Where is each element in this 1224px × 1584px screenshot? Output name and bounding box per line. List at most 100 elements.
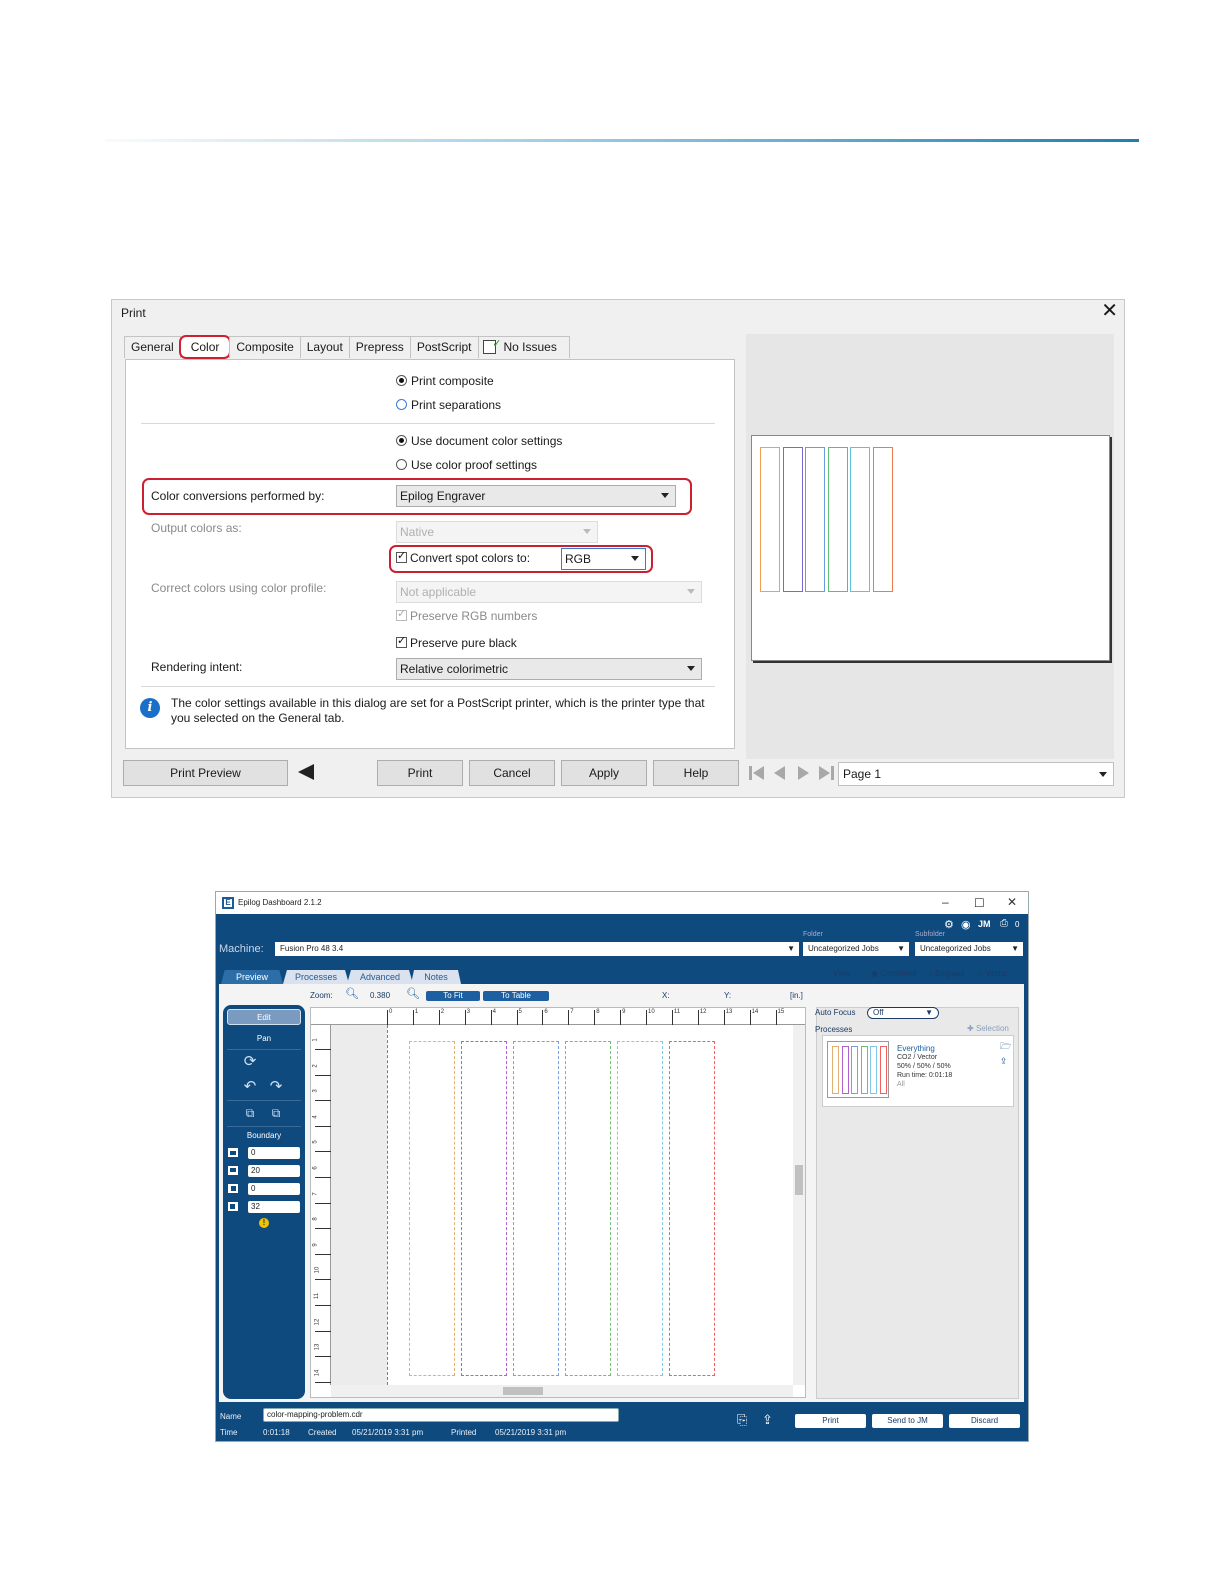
process-card[interactable]: Everything CO2 / Vector 50% / 50% / 50% … <box>822 1035 1014 1107</box>
job-name-input[interactable]: color-mapping-problem.cdr <box>263 1408 619 1422</box>
refresh-icon[interactable]: ⟳ <box>240 1053 260 1073</box>
print-composite-radio[interactable]: Print composite <box>396 374 494 388</box>
canvas-artwork-rect[interactable] <box>669 1041 715 1376</box>
help-button[interactable]: Help <box>653 760 739 786</box>
scrollbar-thumb[interactable] <box>503 1387 543 1395</box>
tab-color[interactable]: Color <box>178 335 232 359</box>
correct-colors-dropdown[interactable]: Not applicable <box>396 581 702 603</box>
last-page-icon[interactable] <box>831 766 834 780</box>
tab-processes[interactable]: Processes <box>283 970 349 984</box>
boundary-bottom-input[interactable]: 20 <box>248 1165 300 1177</box>
edit-button[interactable]: Edit <box>227 1009 301 1025</box>
ungroup-icon[interactable]: ⧉ <box>266 1104 286 1124</box>
rotate-left-icon[interactable]: ↶ <box>240 1078 260 1098</box>
settings-icon[interactable]: ⚙ <box>944 918 954 931</box>
help-circle-icon[interactable]: ◉ <box>961 918 971 931</box>
use-document-color-radio[interactable]: Use document color settings <box>396 434 562 448</box>
canvas-artwork-rect[interactable] <box>409 1041 455 1376</box>
folder-open-icon[interactable]: 🗁︎ <box>1000 1039 1011 1055</box>
pan-button[interactable]: Pan <box>227 1031 301 1047</box>
print-separations-radio[interactable]: Print separations <box>396 398 501 412</box>
first-page-icon[interactable] <box>749 766 752 780</box>
thumbnail-rect <box>841 1046 849 1094</box>
boundary-right-icon <box>228 1202 238 1211</box>
tab-prepress[interactable]: Prepress <box>348 336 411 358</box>
ruler-label: 14 <box>314 1369 321 1377</box>
view-vector-radio[interactable]: ○ Vector <box>978 969 1008 978</box>
canvas-artwork-rect[interactable] <box>461 1041 507 1376</box>
scrollbar-thumb[interactable] <box>795 1165 803 1195</box>
cancel-button[interactable]: Cancel <box>469 760 555 786</box>
tab-notes[interactable]: Notes <box>411 970 461 984</box>
maximize-icon[interactable]: ☐ <box>974 896 985 910</box>
tab-issues[interactable]: No Issues <box>477 334 570 358</box>
vertical-scrollbar[interactable] <box>793 1025 805 1385</box>
rendering-intent-value: Relative colorimetric <box>400 662 509 676</box>
rotate-right-icon[interactable]: ↷ <box>266 1078 286 1098</box>
zoom-out-icon[interactable]: 🔍︎ <box>345 987 359 1000</box>
close-icon[interactable]: ✕ <box>1101 300 1118 322</box>
preserve-black-checkbox[interactable]: Preserve pure black <box>396 634 517 650</box>
tab-preview[interactable]: Preview <box>221 970 283 984</box>
to-fit-button[interactable]: To Fit <box>426 991 480 1001</box>
group-icon[interactable]: ⧉ <box>240 1104 260 1124</box>
zoom-in-icon[interactable]: 🔍︎ <box>406 987 420 1000</box>
folder-dropdown[interactable]: Uncategorized Jobs ▼ <box>803 942 909 956</box>
ruler-tick <box>315 1279 331 1281</box>
color-conversions-dropdown[interactable]: Epilog Engraver <box>396 485 676 507</box>
print-button[interactable]: Print <box>377 760 463 786</box>
boundary-right-input[interactable]: 32 <box>248 1201 300 1213</box>
dialog-title: Print <box>121 306 146 320</box>
horizontal-scrollbar[interactable] <box>331 1385 793 1397</box>
close-icon[interactable]: ✕ <box>1007 895 1017 909</box>
printer-icon[interactable]: ⎙ <box>1000 918 1008 929</box>
tab-advanced[interactable]: Advanced <box>347 970 413 984</box>
dashboard-print-button[interactable]: Print <box>795 1414 866 1428</box>
print-preview-button[interactable]: Print Preview <box>123 760 288 786</box>
page-selector-dropdown[interactable]: Page 1 <box>838 762 1114 786</box>
subfolder-dropdown[interactable]: Uncategorized Jobs ▼ <box>915 942 1023 956</box>
convert-spot-checkbox[interactable]: Convert spot colors to: <box>396 549 530 565</box>
ruler-tick <box>438 1010 440 1025</box>
minimize-icon[interactable]: – <box>942 895 949 909</box>
view-combined-radio[interactable]: ◉ Combined <box>871 969 917 978</box>
save-icon[interactable]: ⇪ <box>762 1412 773 1428</box>
use-color-proof-radio[interactable]: Use color proof settings <box>396 458 537 472</box>
import-icon[interactable]: ⎘ <box>737 1412 747 1428</box>
jobs-manager-icon[interactable]: JM <box>978 919 991 929</box>
machine-dropdown[interactable]: Fusion Pro 48 3.4 ▼ <box>275 942 799 956</box>
preserve-rgb-checkbox[interactable]: Preserve RGB numbers <box>396 607 537 623</box>
canvas-artwork-rect[interactable] <box>617 1041 663 1376</box>
tab-composite[interactable]: Composite <box>229 336 301 358</box>
discard-button[interactable]: Discard <box>949 1414 1020 1428</box>
thumbnail-rect <box>860 1046 868 1094</box>
chevron-down-icon: ▼ <box>925 1008 933 1017</box>
export-icon[interactable]: ⇪ <box>1000 1056 1008 1067</box>
canvas-artwork-rect[interactable] <box>513 1041 559 1376</box>
next-page-icon[interactable] <box>798 766 809 780</box>
view-engrave-radio[interactable]: ○ Engrave <box>928 969 965 978</box>
correct-colors-label: Correct colors using color profile: <box>151 581 327 595</box>
ruler-tick <box>568 1010 570 1025</box>
last-page-arrow-icon[interactable] <box>819 766 830 780</box>
send-to-jm-button[interactable]: Send to JM <box>872 1414 943 1428</box>
previous-page-icon[interactable] <box>774 766 785 780</box>
print-separations-label: Print separations <box>411 398 502 412</box>
collapse-preview-icon[interactable] <box>298 764 314 780</box>
rendering-intent-dropdown[interactable]: Relative colorimetric <box>396 658 702 680</box>
auto-focus-dropdown[interactable]: Off ▼ <box>867 1007 939 1019</box>
first-page-arrow-icon[interactable] <box>753 766 764 780</box>
convert-spot-dropdown[interactable]: RGB <box>561 548 646 570</box>
output-colors-dropdown[interactable]: Native <box>396 521 598 543</box>
tab-general[interactable]: General <box>124 336 181 358</box>
ruler-tick <box>315 1177 331 1178</box>
selection-button[interactable]: ✚ Selection <box>967 1024 1009 1033</box>
boundary-top-input[interactable]: 0 <box>248 1147 300 1159</box>
to-table-button[interactable]: To Table <box>483 991 549 1001</box>
tab-layout[interactable]: Layout <box>299 336 350 358</box>
warning-icon[interactable]: ! <box>259 1218 269 1228</box>
apply-button[interactable]: Apply <box>561 760 647 786</box>
boundary-left-input[interactable]: 0 <box>248 1183 300 1195</box>
tab-postscript[interactable]: PostScript <box>409 336 479 358</box>
canvas-artwork-rect[interactable] <box>565 1041 611 1376</box>
